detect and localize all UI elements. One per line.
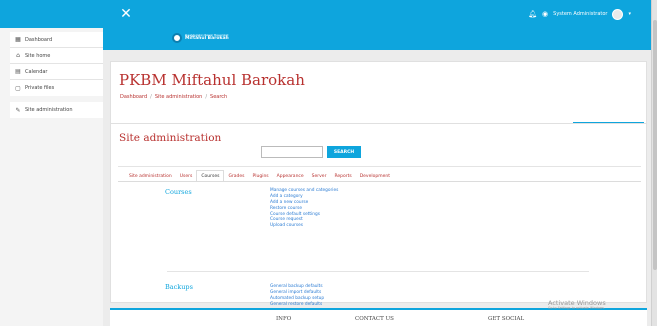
chevron-down-icon[interactable]: ▾ <box>628 11 631 17</box>
chat-icon[interactable]: ◉ <box>542 10 548 18</box>
section-title: Site administration <box>119 132 222 144</box>
breadcrumb-separator: / <box>205 94 208 100</box>
sidebar-item-site-home[interactable]: ⌂ Site home <box>10 48 103 64</box>
link-upload-courses[interactable]: Upload courses <box>270 224 338 229</box>
site-banner: Pusat Kegiatan Belajar Masyarakat Miftah… <box>103 28 651 50</box>
activation-watermark: Activate Windows Go to Settings to activ… <box>548 299 606 311</box>
file-icon: ▢ <box>15 84 21 92</box>
sidebar-item-dashboard[interactable]: ▦ Dashboard <box>10 32 103 48</box>
sidebar-item-label: Site administration <box>25 107 73 113</box>
link-restore-course[interactable]: Restore course <box>270 206 338 212</box>
close-drawer-icon[interactable]: ✕ <box>118 6 134 22</box>
footer-social-heading: GET SOCIAL <box>488 316 525 322</box>
footer-contact-heading: CONTACT US <box>355 316 394 322</box>
wrench-icon: ✎ <box>15 106 21 114</box>
calendar-icon: ▤ <box>15 68 21 75</box>
sidebar-item-label: Dashboard <box>25 36 53 43</box>
logo-icon <box>172 33 182 43</box>
backups-links: General backup defaults General import d… <box>270 284 324 308</box>
page-title: PKBM Miftahul Barokah <box>119 71 305 89</box>
avatar[interactable] <box>612 8 624 20</box>
sidebar-item-calendar[interactable]: ▤ Calendar <box>10 64 103 80</box>
link-add-course[interactable]: Add a new course <box>270 200 338 206</box>
top-navbar: ✕ 🔔︎ ◉ System Administrator ▾ <box>0 0 651 28</box>
link-general-backup-defaults[interactable]: General backup defaults <box>270 284 324 290</box>
home-icon: ⌂ <box>16 52 20 59</box>
group-title-backups: Backups <box>165 283 193 291</box>
sidebar-item-label: Site home <box>25 52 51 59</box>
link-add-category[interactable]: Add a category <box>270 194 338 200</box>
user-name[interactable]: System Administrator <box>553 11 607 17</box>
logo-text: Pusat Kegiatan Belajar Masyarakat Miftah… <box>185 34 229 42</box>
sidebar-item-site-administration[interactable]: ✎ Site administration <box>10 102 103 118</box>
sidebar-nav-block: ▦ Dashboard ⌂ Site home ▤ Calendar ▢ Pri… <box>10 32 103 96</box>
sidebar-admin-block: ✎ Site administration <box>10 102 103 118</box>
breadcrumb: Dashboard / Site administration / Search <box>120 94 227 100</box>
breadcrumb-site-administration[interactable]: Site administration <box>155 94 203 100</box>
breadcrumb-separator: / <box>150 94 152 100</box>
site-logo[interactable]: Pusat Kegiatan Belajar Masyarakat Miftah… <box>172 33 229 43</box>
admin-content-card: Site administration SEARCH Site administ… <box>110 123 647 306</box>
divider <box>118 166 641 167</box>
logo-title: Miftahul Barokah <box>185 36 229 41</box>
footer: INFO CONTACT US GET SOCIAL <box>110 308 647 326</box>
main-region: Pusat Kegiatan Belajar Masyarakat Miftah… <box>103 28 651 326</box>
dashboard-icon: ▦ <box>15 36 21 43</box>
breadcrumb-search[interactable]: Search <box>210 94 227 100</box>
group-title-courses: Courses <box>165 188 192 196</box>
link-general-restore-defaults[interactable]: General restore defaults <box>270 302 324 308</box>
breadcrumb-dashboard[interactable]: Dashboard <box>120 94 147 100</box>
user-menu-area: 🔔︎ ◉ System Administrator ▾ <box>528 0 631 28</box>
bell-icon[interactable]: 🔔︎ <box>528 10 537 18</box>
link-manage-courses[interactable]: Manage courses and categories <box>270 188 338 194</box>
sidebar-item-private-files[interactable]: ▢ Private files <box>10 80 103 96</box>
divider <box>167 271 589 272</box>
sidebar-item-label: Private files <box>25 85 55 91</box>
sidebar: ▦ Dashboard ⌂ Site home ▤ Calendar ▢ Pri… <box>0 28 103 326</box>
sidebar-item-label: Calendar <box>25 68 48 75</box>
link-general-import-defaults[interactable]: General import defaults <box>270 290 324 296</box>
page-scrollbar[interactable] <box>651 0 657 326</box>
divider <box>118 181 641 182</box>
search-button[interactable]: SEARCH <box>327 146 361 158</box>
admin-search-input[interactable] <box>261 146 323 158</box>
scrollbar-thumb[interactable] <box>653 20 657 270</box>
courses-links: Manage courses and categories Add a cate… <box>270 188 338 229</box>
link-automated-backup-setup[interactable]: Automated backup setup <box>270 296 324 302</box>
watermark-subtitle: Go to Settings to activate Windows. <box>548 306 606 311</box>
footer-info-heading: INFO <box>276 316 292 322</box>
